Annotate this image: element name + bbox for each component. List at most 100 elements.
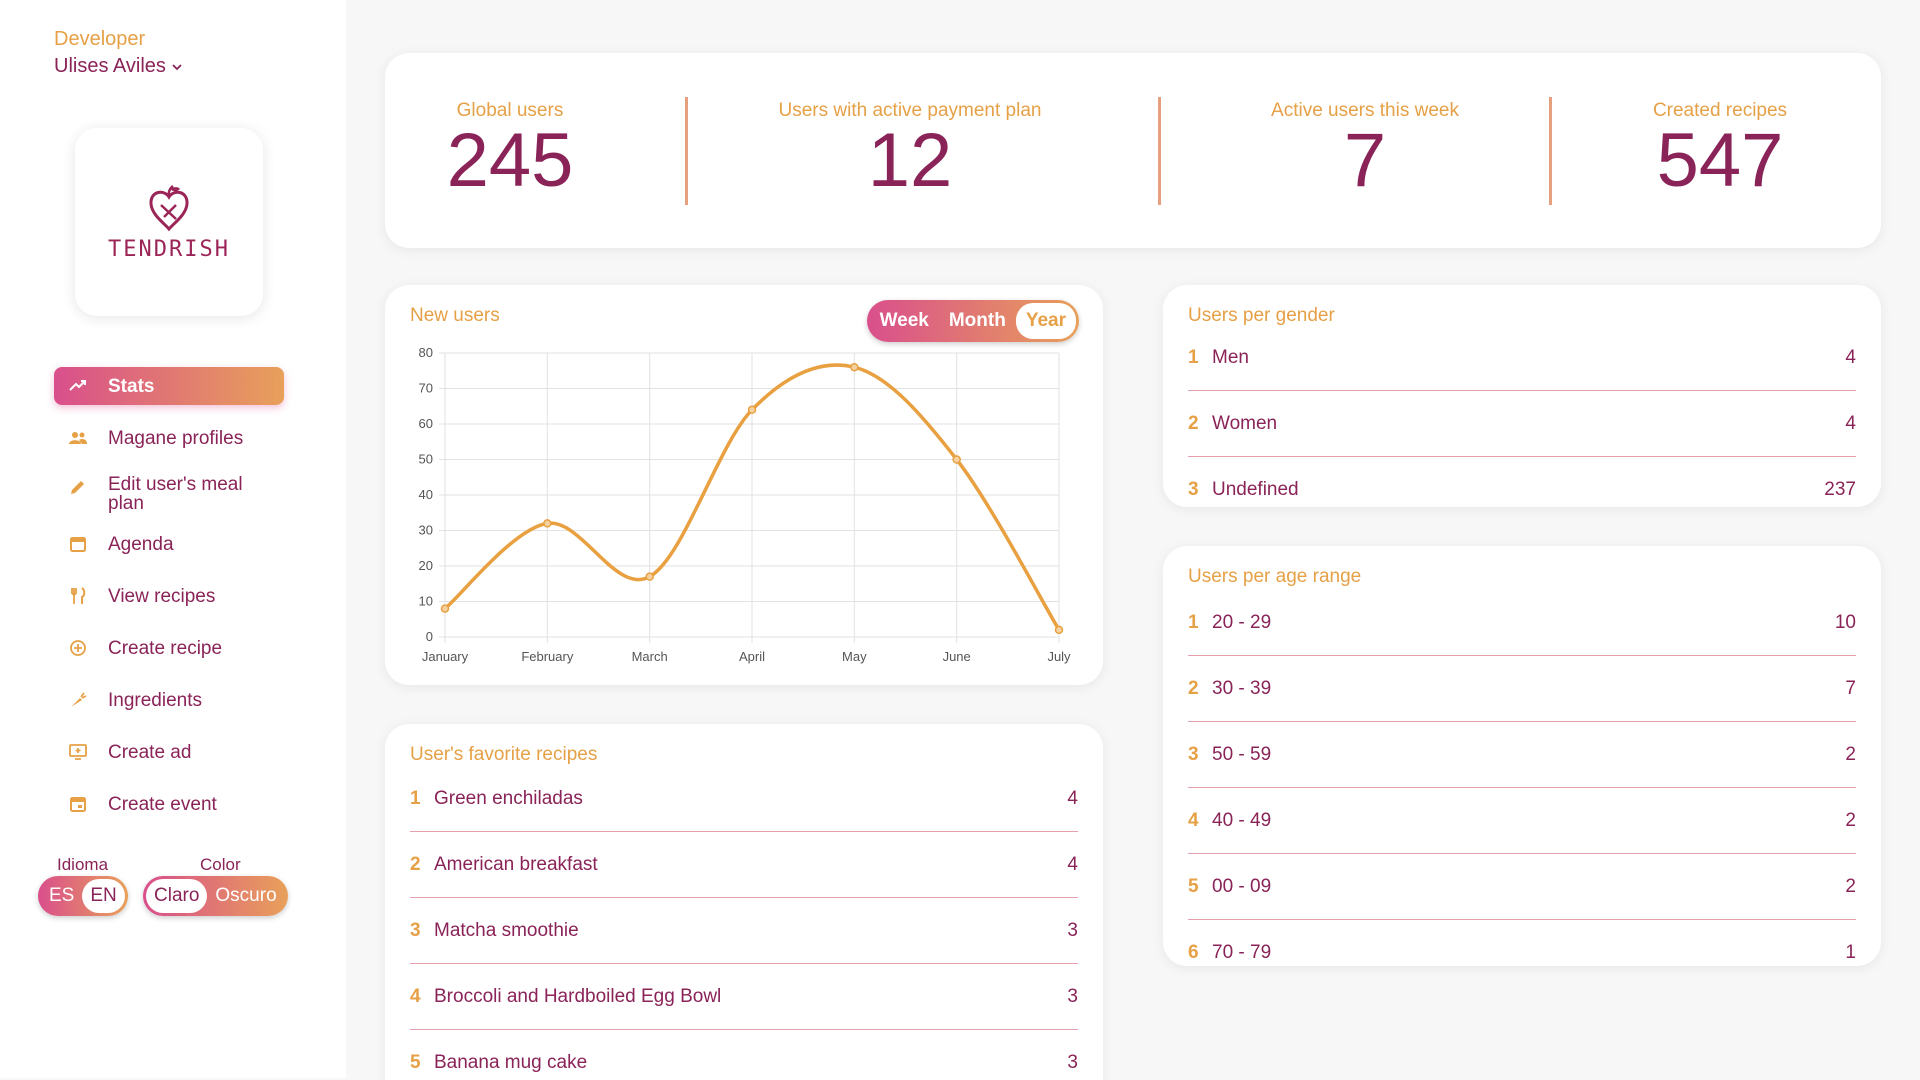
language-option-es[interactable]: ES xyxy=(41,879,82,913)
list-count: 4 xyxy=(1845,412,1856,434)
stat-global-users: Global users 245 xyxy=(415,100,605,202)
list-item: 3 Matcha smoothie 3 xyxy=(410,898,1078,964)
stat-divider xyxy=(1549,97,1552,205)
x-tick-label: July xyxy=(1047,649,1071,664)
list-rank: 5 xyxy=(1188,875,1199,897)
sidebar: Developer Ulises Aviles TENDRISH Stats M… xyxy=(0,0,346,1078)
new-users-card: New users Week Month Year 0 10 20 30 40 50 60 7… xyxy=(385,285,1103,685)
list-name: 00 - 09 xyxy=(1212,875,1272,897)
list-rank: 1 xyxy=(410,787,421,809)
user-name: Ulises Aviles xyxy=(54,55,166,77)
list-name: 70 - 79 xyxy=(1212,942,1272,963)
sidebar-item-agenda[interactable]: Agenda xyxy=(54,525,284,563)
y-tick-label: 10 xyxy=(419,594,433,609)
x-tick-label: March xyxy=(632,649,668,664)
stat-value: 12 xyxy=(867,118,953,203)
list-item: 4 Broccoli and Hardboiled Egg Bowl 3 xyxy=(410,964,1078,1030)
language-option-en[interactable]: EN xyxy=(82,879,125,913)
favorite-recipes-list: 1 Green enchiladas 4 2 American breakfast 4 … xyxy=(410,766,1078,1080)
list-count: 4 xyxy=(1845,346,1856,368)
card-title: Users per age range xyxy=(1188,566,1362,587)
list-item: 5 Banana mug cake 3 xyxy=(410,1030,1078,1080)
stat-divider xyxy=(1158,97,1161,205)
list-name: Men xyxy=(1212,346,1249,368)
list-rank: 2 xyxy=(1188,412,1199,434)
sidebar-item-ingredients[interactable]: Ingredients xyxy=(54,681,284,719)
color-label: Color xyxy=(200,855,241,874)
x-tick-label: April xyxy=(739,649,765,664)
sidebar-item-create-ad[interactable]: Create ad xyxy=(54,733,284,771)
sidebar-item-label: Magane profiles xyxy=(108,427,244,449)
x-tick-label: June xyxy=(943,649,971,664)
chevron-down-icon xyxy=(172,63,182,70)
y-tick-label: 60 xyxy=(419,416,433,431)
list-count: 2 xyxy=(1845,809,1856,831)
summary-stats-card: Global users 245 Users with active payme… xyxy=(385,53,1881,248)
card-title: Users per gender xyxy=(1188,305,1335,326)
list-item: 5 00 - 09 2 xyxy=(1188,854,1856,920)
apple-heart-logo-icon xyxy=(149,184,189,231)
plus-circle-icon xyxy=(70,640,86,656)
sidebar-item-stats[interactable]: Stats xyxy=(54,367,284,405)
list-item: 2 30 - 39 7 xyxy=(1188,656,1856,722)
age-range-list: 1 20 - 29 10 2 30 - 39 7 3 50 - 59 2 4 40 - 49 2… xyxy=(1188,590,1856,986)
sidebar-item-edit-meal-plan[interactable]: Edit user's meal plan xyxy=(54,471,284,515)
sidebar-item-label: Ingredients xyxy=(108,689,203,711)
data-point xyxy=(543,519,552,528)
list-item: 2 Women 4 xyxy=(1188,391,1856,457)
theme-toggle[interactable]: Claro Oscuro xyxy=(143,876,288,916)
sidebar-item-create-event[interactable]: Create event xyxy=(54,785,284,823)
user-menu[interactable]: Ulises Aviles xyxy=(54,55,182,78)
sidebar-item-label: Edit user's meal plan xyxy=(108,474,243,514)
logo-text: TENDRISH xyxy=(108,236,230,262)
list-item: 2 American breakfast 4 xyxy=(410,832,1078,898)
list-item: 6 70 - 79 1 xyxy=(1188,920,1856,986)
x-tick-label: January xyxy=(422,649,469,664)
sidebar-nav: Stats Magane profiles Edit user's meal p… xyxy=(54,367,284,837)
list-name: Women xyxy=(1212,412,1278,434)
y-tick-label: 50 xyxy=(419,452,433,467)
new-users-line-chart: 0 10 20 30 40 50 60 70 80 January February March Apr… xyxy=(419,345,1072,664)
language-toggle[interactable]: ES EN xyxy=(38,876,128,916)
sidebar-item-manage-profiles[interactable]: Magane profiles xyxy=(54,419,284,457)
list-name: 30 - 39 xyxy=(1212,677,1272,699)
list-count: 2 xyxy=(1845,743,1856,765)
list-name: 40 - 49 xyxy=(1212,809,1272,831)
sidebar-item-label: Stats xyxy=(108,375,155,397)
sidebar-item-view-recipes[interactable]: View recipes xyxy=(54,577,284,615)
list-item: 1 Green enchiladas 4 xyxy=(410,766,1078,832)
sidebar-item-create-recipe[interactable]: Create recipe xyxy=(54,629,284,667)
list-count: 2 xyxy=(1845,875,1856,897)
list-item: 3 50 - 59 2 xyxy=(1188,722,1856,788)
theme-option-dark[interactable]: Oscuro xyxy=(207,879,284,913)
list-rank: 1 xyxy=(1188,346,1199,368)
stat-divider xyxy=(685,97,688,205)
stat-value: 547 xyxy=(1656,118,1784,203)
list-name: 50 - 59 xyxy=(1212,743,1272,765)
data-point xyxy=(747,405,757,415)
list-count: 237 xyxy=(1824,479,1856,500)
y-tick-label: 0 xyxy=(426,629,433,644)
list-rank: 3 xyxy=(1188,479,1199,500)
list-count: 4 xyxy=(1067,853,1078,875)
language-label: Idioma xyxy=(57,855,109,874)
stat-active-payment-plan: Users with active payment plan 12 xyxy=(745,100,1075,202)
sidebar-item-label: Create event xyxy=(108,793,217,815)
y-tick-label: 20 xyxy=(419,558,433,573)
list-rank: 2 xyxy=(1188,677,1199,699)
y-tick-label: 70 xyxy=(419,381,433,396)
stat-value: 245 xyxy=(446,118,574,203)
sidebar-item-label: Create ad xyxy=(108,741,192,763)
list-name: 20 - 29 xyxy=(1212,611,1272,633)
people-icon xyxy=(69,432,87,444)
theme-option-light[interactable]: Claro xyxy=(146,879,208,913)
user-role: Developer xyxy=(54,28,146,50)
list-item: 3 Undefined 237 xyxy=(1188,457,1856,523)
trending-up-icon xyxy=(69,380,86,391)
list-count: 1 xyxy=(1845,942,1856,963)
x-tick-label: February xyxy=(521,649,574,664)
sidebar-item-label: View recipes xyxy=(108,585,216,607)
list-rank: 3 xyxy=(410,919,421,941)
list-name: Green enchiladas xyxy=(434,787,583,809)
users-per-age-range-card: Users per age range 1 20 - 29 10 2 30 - 39 7… xyxy=(1163,546,1881,966)
